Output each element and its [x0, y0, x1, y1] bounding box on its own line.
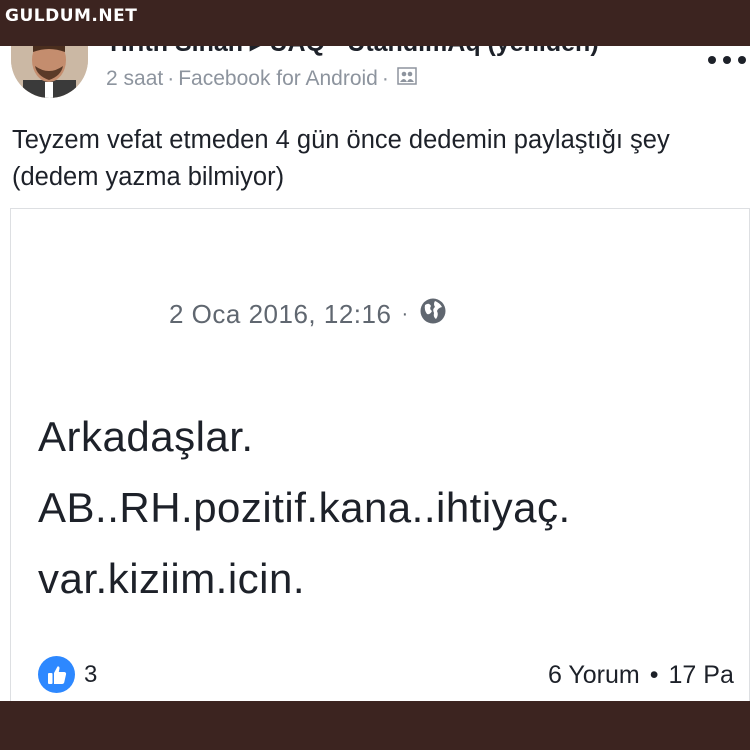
shared-post-date[interactable]: 2 Oca 2016, 12:16: [169, 299, 391, 330]
post-source: Facebook for Android: [178, 67, 378, 90]
globe-icon: [419, 297, 447, 332]
post-meta: 2 saat · Facebook for Android ·: [106, 67, 417, 91]
reactions-summary[interactable]: 3: [38, 656, 97, 693]
shared-body-line: Arkadaşlar.: [38, 413, 254, 460]
post-text-line: (dedem yazma bilmiyor): [12, 163, 285, 191]
shared-body-line: var.kiziim.icin.: [38, 555, 306, 602]
watermark-logo: GULDUM.NET: [5, 6, 138, 26]
author-line[interactable]: Tirith Sinan ▸ UAQ - UtandimAq (yeniden): [106, 46, 599, 58]
top-banner: GULDUM.NET: [0, 0, 750, 46]
post-time[interactable]: 2 saat: [106, 67, 163, 91]
like-count: 3: [84, 660, 98, 688]
shared-body-line: AB..RH.pozitif.kana..ihtiyaç.: [38, 484, 571, 531]
shared-post-body: Arkadaşlar. AB..RH.pozitif.kana..ihtiyaç…: [38, 401, 571, 614]
facebook-post: Tirith Sinan ▸ UAQ - UtandimAq (yeniden)…: [0, 46, 750, 701]
group-icon: [397, 67, 417, 91]
comments-link[interactable]: 6 Yorum: [548, 661, 640, 690]
meta-separator: •: [649, 661, 659, 689]
post-text-line: Teyzem vefat etmeden 4 gün önce dedemin …: [12, 126, 670, 154]
more-dots-icon[interactable]: [708, 52, 746, 68]
meta-separator: ·: [167, 67, 175, 90]
shared-post-card[interactable]: 2 Oca 2016, 12:16 · Arkadaşlar. AB..RH.p…: [10, 208, 750, 701]
meta-separator: ·: [381, 67, 389, 90]
shared-post-meta: 2 Oca 2016, 12:16 ·: [169, 297, 447, 332]
post-text: Teyzem vefat etmeden 4 gün önce dedemin …: [12, 122, 737, 196]
bottom-banner: [0, 701, 750, 750]
avatar[interactable]: [11, 46, 88, 98]
comments-shares: 6 Yorum • 17 Pa: [548, 661, 734, 690]
meta-separator: ·: [401, 303, 409, 325]
like-icon: [38, 656, 75, 693]
shares-link[interactable]: 17 Pa: [669, 661, 734, 690]
